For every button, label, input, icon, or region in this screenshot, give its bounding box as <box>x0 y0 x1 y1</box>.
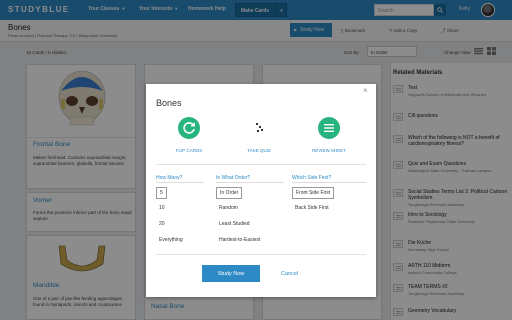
order-option-hardest-to-easiest[interactable]: Hardest-to-Easiest <box>216 235 263 245</box>
mode-label: REVIEW SHEET <box>311 148 346 153</box>
close-icon[interactable]: × <box>363 86 368 95</box>
side-label: Which Side First? <box>292 175 332 181</box>
how-many-option-everything[interactable]: Everything <box>156 235 186 245</box>
study-options-modal: Bones × FLIP CARDS TAKE QUIZ REVIEW SHEE… <box>146 84 376 297</box>
side-option-front[interactable]: Front Side First <box>292 187 335 199</box>
how-many-option-20[interactable]: 20 <box>156 219 168 229</box>
how-many-option-10[interactable]: 10 <box>156 203 168 213</box>
column-divider <box>292 182 366 183</box>
order-option-random[interactable]: Random <box>216 203 241 213</box>
order-option-in-order[interactable]: In Order <box>216 187 243 199</box>
order-label: In What Order? <box>216 175 251 181</box>
modal-divider <box>156 164 366 165</box>
order-option-least-studied[interactable]: Least Studied <box>216 219 253 229</box>
mode-label: FLIP CARDS <box>175 148 203 153</box>
cancel-button[interactable]: Cancel <box>281 271 298 277</box>
refresh-icon <box>178 117 200 139</box>
column-divider <box>156 182 204 183</box>
side-option-back[interactable]: Back Side First <box>292 203 332 213</box>
mode-label: TAKE QUIZ <box>247 148 271 153</box>
how-many-option-5[interactable]: 5 <box>156 187 167 199</box>
list-icon <box>318 117 340 139</box>
how-many-label: How Many? <box>156 175 183 181</box>
quiz-icon <box>248 117 270 139</box>
modal-divider <box>156 254 366 255</box>
study-now-button[interactable]: Study Now <box>202 265 260 282</box>
column-divider <box>216 182 284 183</box>
modal-title: Bones <box>156 98 182 108</box>
